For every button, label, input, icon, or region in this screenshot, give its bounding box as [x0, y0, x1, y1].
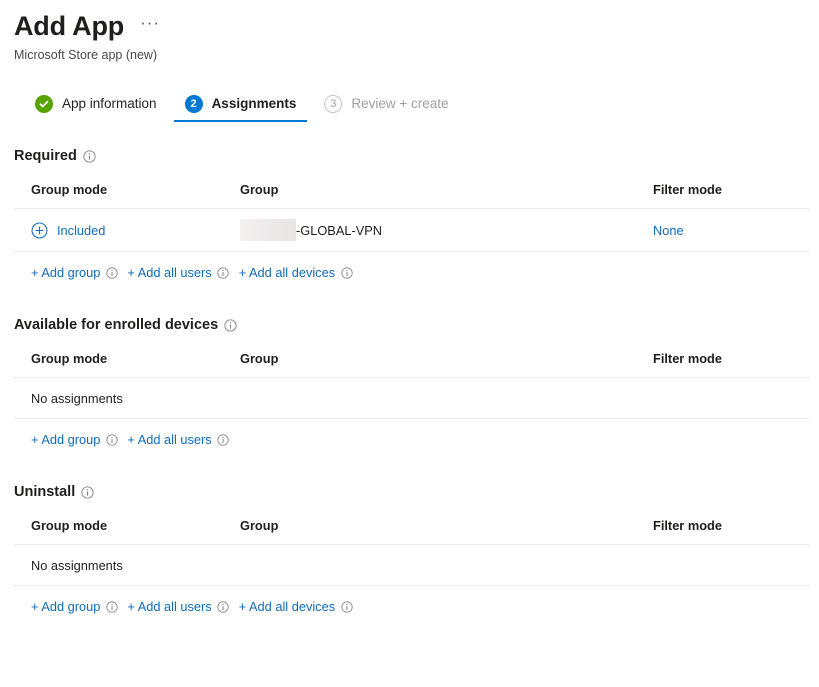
title-row: Add App ···: [14, 10, 819, 42]
section-heading: Required: [14, 148, 815, 164]
add-all-users-action[interactable]: + Add all users: [127, 265, 229, 280]
assignments-table-available: Group mode Group Filter mode No assignme…: [14, 351, 809, 419]
filter-mode-link[interactable]: None: [653, 223, 684, 238]
cell-group-mode: Included: [14, 208, 223, 252]
column-header-filter-mode: Filter mode: [636, 182, 809, 209]
table-header-row: Group mode Group Filter mode: [14, 518, 809, 545]
info-icon[interactable]: [340, 600, 353, 613]
page-title: Add App: [14, 11, 125, 41]
wizard-step-label: Assignments: [211, 96, 297, 111]
info-icon[interactable]: [217, 600, 230, 613]
add-group-action[interactable]: + Add group: [31, 265, 118, 280]
wizard-steps: App information 2 Assignments 3 Review +…: [0, 92, 819, 122]
check-icon: [35, 95, 53, 113]
group-name-value: -GLOBAL-VPN: [296, 222, 383, 238]
column-header-filter-mode: Filter mode: [636, 518, 809, 545]
add-app-page: Add App ··· Microsoft Store app (new) Ap…: [0, 0, 819, 687]
redacted-group-name: [240, 219, 296, 241]
no-assignments-text: No assignments: [31, 390, 123, 406]
wizard-step-assignments[interactable]: 2 Assignments: [171, 92, 311, 122]
column-header-group-mode: Group mode: [14, 182, 223, 209]
assignments-table-required: Group mode Group Filter mode Included -G…: [14, 182, 809, 252]
section-heading: Available for enrolled devices: [14, 317, 815, 333]
step-number-badge: 3: [324, 95, 343, 113]
actions-row-required: + Add group + Add all users + Add all de…: [14, 265, 815, 280]
step-number-badge: 2: [184, 95, 203, 113]
section-title: Available for enrolled devices: [14, 317, 219, 333]
add-all-users-link[interactable]: + Add all users: [127, 432, 211, 447]
assignments-table-uninstall: Group mode Group Filter mode No assignme…: [14, 518, 809, 586]
add-group-link[interactable]: + Add group: [31, 265, 100, 280]
no-assignments-text: No assignments: [31, 557, 123, 573]
column-header-group: Group: [223, 182, 636, 209]
info-icon[interactable]: [105, 600, 118, 613]
column-header-group: Group: [223, 351, 636, 378]
info-icon[interactable]: [105, 266, 118, 279]
section-heading: Uninstall: [14, 484, 815, 500]
info-icon[interactable]: [217, 266, 230, 279]
section-required: Required Group mode Group Filter mode In…: [0, 148, 819, 280]
add-group-action[interactable]: + Add group: [31, 599, 118, 614]
add-group-link[interactable]: + Add group: [31, 599, 100, 614]
actions-row-uninstall: + Add group + Add all users + Add all de…: [14, 599, 815, 614]
more-options-icon[interactable]: ···: [136, 14, 164, 38]
add-all-devices-action[interactable]: + Add all devices: [239, 599, 353, 614]
info-icon[interactable]: [105, 433, 118, 446]
add-all-users-action[interactable]: + Add all users: [127, 432, 229, 447]
page-header: Add App ··· Microsoft Store app (new): [0, 0, 819, 63]
info-icon[interactable]: [83, 149, 96, 163]
section-available-for-enrolled-devices: Available for enrolled devices Group mod…: [0, 317, 819, 447]
group-mode-value: Included: [57, 222, 106, 238]
cell-filter-mode: None: [636, 208, 809, 252]
section-uninstall: Uninstall Group mode Group Filter mode N…: [0, 484, 819, 614]
add-all-devices-link[interactable]: + Add all devices: [239, 599, 335, 614]
table-row-empty: No assignments: [14, 377, 809, 419]
info-icon[interactable]: [81, 485, 94, 499]
add-all-users-link[interactable]: + Add all users: [127, 599, 211, 614]
wizard-step-label: Review + create: [351, 96, 449, 111]
section-title: Required: [14, 148, 77, 164]
table-row: Included -GLOBAL-VPN None: [14, 208, 809, 252]
info-icon[interactable]: [217, 433, 230, 446]
table-header-row: Group mode Group Filter mode: [14, 351, 809, 378]
table-header-row: Group mode Group Filter mode: [14, 182, 809, 209]
cell-no-assignments: No assignments: [14, 377, 809, 419]
active-tab-indicator: [173, 119, 308, 122]
wizard-step-app-information[interactable]: App information: [21, 92, 171, 122]
add-group-action[interactable]: + Add group: [31, 432, 118, 447]
add-all-users-link[interactable]: + Add all users: [127, 265, 211, 280]
section-title: Uninstall: [14, 484, 76, 500]
add-all-devices-link[interactable]: + Add all devices: [239, 265, 335, 280]
add-all-users-action[interactable]: + Add all users: [127, 599, 229, 614]
add-all-devices-action[interactable]: + Add all devices: [239, 265, 353, 280]
column-header-filter-mode: Filter mode: [636, 351, 809, 378]
wizard-step-label: App information: [62, 96, 157, 111]
column-header-group-mode: Group mode: [14, 518, 223, 545]
page-subtitle: Microsoft Store app (new): [14, 48, 158, 62]
table-row-empty: No assignments: [14, 544, 809, 586]
column-header-group: Group: [223, 518, 636, 545]
actions-row-available: + Add group + Add all users: [14, 432, 815, 447]
plus-circle-icon: [31, 222, 48, 239]
add-group-link[interactable]: + Add group: [31, 432, 100, 447]
column-header-group-mode: Group mode: [14, 351, 223, 378]
wizard-step-review-create[interactable]: 3 Review + create: [310, 92, 462, 122]
cell-no-assignments: No assignments: [14, 544, 809, 586]
cell-group: -GLOBAL-VPN: [223, 208, 636, 252]
info-icon[interactable]: [340, 266, 353, 279]
info-icon[interactable]: [224, 318, 237, 332]
